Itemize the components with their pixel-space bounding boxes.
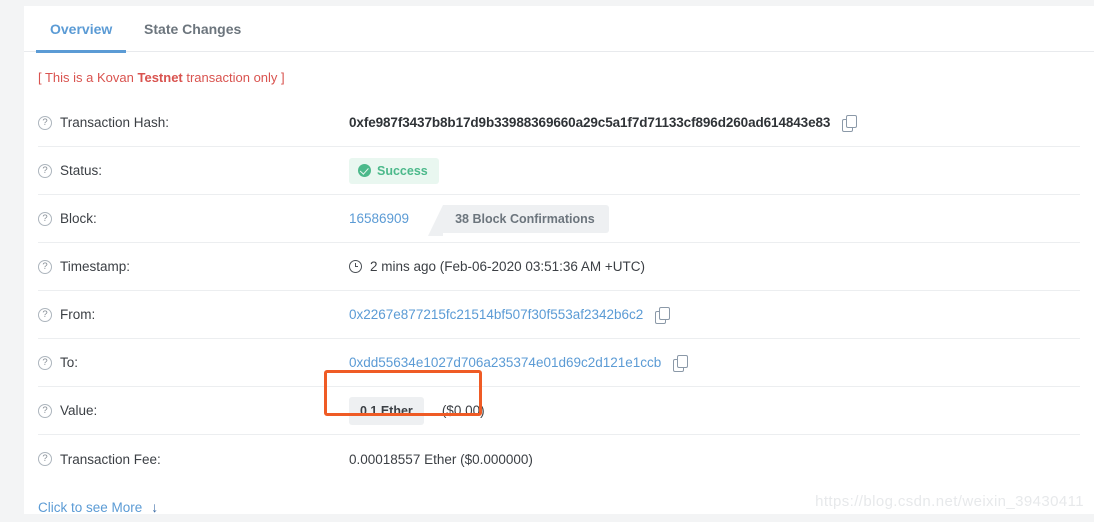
status-badge: Success [349,157,439,184]
tab-state-changes[interactable]: State Changes [130,6,255,52]
page-bottom-margin [0,514,1094,522]
copy-icon[interactable] [842,115,858,132]
value-amount: 0.1 Ether ($0.00) [349,396,1080,425]
arrow-down-icon: ↓ [151,499,159,515]
label-text: From: [60,307,96,322]
label-value: ? Value: [38,403,349,418]
help-icon[interactable]: ? [38,403,52,418]
tab-state-changes-label: State Changes [144,21,242,37]
copy-icon[interactable] [655,307,671,324]
ether-amount-chip: 0.1 Ether [349,396,424,425]
more-label: Click to see More [38,499,143,515]
block-number-link[interactable]: 16586909 [349,211,409,226]
label-transaction-fee: ? Transaction Fee: [38,452,349,467]
row-block: ? Block: 16586909 38 Block Confirmations [38,195,1080,243]
help-icon[interactable]: ? [38,115,52,130]
copy-icon[interactable] [673,355,689,372]
label-to: ? To: [38,355,349,370]
label-text: Block: [60,211,97,226]
testnet-notice: [ This is a Kovan Testnet transaction on… [24,52,1094,99]
value-from: 0x2267e877215fc21514bf507f30f553af2342b6… [349,307,1080,324]
row-to: ? To: 0xdd55634e1027d706a235374e01d69c2d… [38,339,1080,387]
detail-rows: ? Transaction Hash: 0xfe987f3437b8b17d9b… [24,99,1094,483]
help-icon[interactable]: ? [38,259,52,274]
transaction-details-card: Overview State Changes [ This is a Kovan… [24,6,1094,516]
clock-icon [349,260,362,273]
label-status: ? Status: [38,163,349,178]
to-address-link[interactable]: 0xdd55634e1027d706a235374e01d69c2d121e1c… [349,355,661,370]
click-to-see-more-link[interactable]: Click to see More ↓ [24,483,158,515]
label-text: Status: [60,163,103,178]
value-timestamp: 2 mins ago (Feb-06-2020 03:51:36 AM +UTC… [349,259,1080,274]
notice-prefix: [ This is a Kovan [38,70,138,85]
row-value: ? Value: 0.1 Ether ($0.00) [38,387,1080,435]
row-from: ? From: 0x2267e877215fc21514bf507f30f553… [38,291,1080,339]
value-status: Success [349,157,1080,184]
status-text: Success [377,163,428,178]
label-text: Value: [60,403,98,418]
tab-overview-label: Overview [50,21,113,37]
label-text: Transaction Fee: [60,451,161,467]
usd-amount-text: ($0.00) [441,403,485,418]
row-status: ? Status: Success [38,147,1080,195]
help-icon[interactable]: ? [38,307,52,322]
transaction-fee-text: 0.00018557 Ether ($0.000000) [349,451,533,467]
value-transaction-hash: 0xfe987f3437b8b17d9b33988369660a29c5a1f7… [349,115,1080,132]
value-to: 0xdd55634e1027d706a235374e01d69c2d121e1c… [349,355,1080,372]
value-block: 16586909 38 Block Confirmations [349,204,1080,236]
label-timestamp: ? Timestamp: [38,259,349,274]
block-confirmations-badge: 38 Block Confirmations [428,204,609,236]
label-from: ? From: [38,307,349,322]
notice-suffix: transaction only ] [182,70,285,85]
watermark-text: https://blog.csdn.net/weixin_39430411 [815,493,1084,510]
label-text: Timestamp: [60,259,131,274]
row-timestamp: ? Timestamp: 2 mins ago (Feb-06-2020 03:… [38,243,1080,291]
timestamp-text: 2 mins ago (Feb-06-2020 03:51:36 AM +UTC… [370,259,646,274]
label-block: ? Block: [38,211,349,226]
tab-overview[interactable]: Overview [36,6,127,53]
label-transaction-hash: ? Transaction Hash: [38,115,349,130]
value-transaction-fee: 0.00018557 Ether ($0.000000) [349,452,1080,467]
page-left-margin [0,0,24,522]
check-circle-icon [358,164,371,177]
notice-emphasis: Testnet [137,70,183,85]
help-icon[interactable]: ? [38,211,52,226]
help-icon[interactable]: ? [38,355,52,370]
help-icon[interactable]: ? [38,163,52,178]
tab-bar: Overview State Changes [24,6,1094,53]
row-transaction-hash: ? Transaction Hash: 0xfe987f3437b8b17d9b… [38,99,1080,147]
label-text: To: [60,355,79,370]
row-transaction-fee: ? Transaction Fee: 0.00018557 Ether ($0.… [38,435,1080,483]
help-icon[interactable]: ? [38,452,52,466]
label-text: Transaction Hash: [60,115,170,130]
transaction-hash-text: 0xfe987f3437b8b17d9b33988369660a29c5a1f7… [349,115,831,130]
from-address-link[interactable]: 0x2267e877215fc21514bf507f30f553af2342b6… [349,307,643,322]
